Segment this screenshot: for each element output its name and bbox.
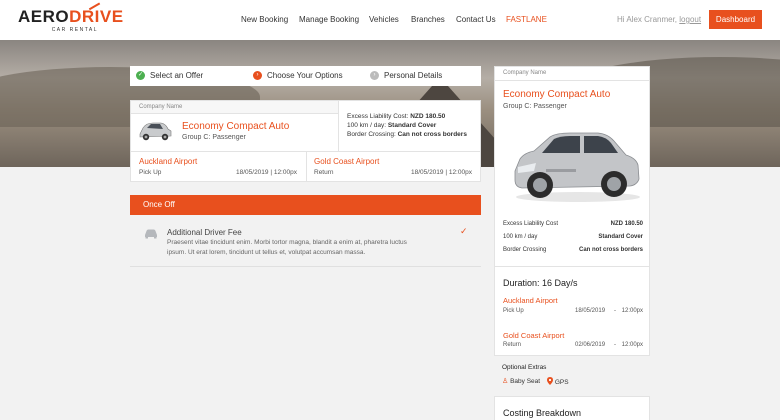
summary-company-label: Company Name: [495, 67, 649, 81]
step-choose-options[interactable]: › Choose Your Options: [253, 66, 343, 86]
summary-pickup-location: Auckland Airport: [503, 296, 558, 305]
logo-wordmark: AERODRIVE: [18, 7, 124, 26]
booking-summary-panel: Company Name Economy Compact Auto Group …: [494, 66, 650, 356]
car-icon: [145, 229, 157, 239]
summary-spec-km: 100 km / day Standard Cover: [503, 234, 643, 240]
return-label: Return: [314, 169, 334, 176]
location-pin-icon: [547, 377, 553, 385]
car-thumbnail-image: [139, 122, 172, 141]
chevron-right-icon: ›: [370, 71, 379, 80]
additional-driver-fee-row[interactable]: Additional Driver Fee Praesent vitae tin…: [130, 215, 481, 267]
user-greeting: Hi Alex Cranmer, logout: [617, 15, 702, 24]
summary-vehicle-title: Economy Compact Auto: [503, 89, 611, 100]
nav-manage-booking[interactable]: Manage Booking: [299, 15, 359, 24]
once-off-header: Once Off: [130, 195, 481, 215]
optional-extras-title: Optional Extras: [502, 364, 547, 371]
pickup-datetime: 18/05/2019 | 12:00px: [236, 169, 297, 176]
trip-duration: Duration: 16 Day/s: [503, 278, 578, 288]
nav-branches[interactable]: Branches: [411, 15, 445, 24]
fee-title: Additional Driver Fee: [167, 228, 242, 237]
summary-vehicle-group: Group C: Passenger: [503, 103, 567, 110]
nav-vehicles[interactable]: Vehicles: [369, 15, 399, 24]
summary-spec-border: Border Crossing Can not cross borders: [503, 247, 643, 253]
return-location: Gold Coast Airport: [314, 157, 380, 166]
baby-seat-icon: ♙: [502, 378, 509, 385]
dashboard-button[interactable]: Dashboard: [709, 10, 762, 29]
costing-breakdown-panel: Costing Breakdown: [494, 396, 650, 420]
summary-spec-excess: Excess Liability Cost NZD 180.50: [503, 221, 643, 227]
aerodrive-logo[interactable]: AERODRIVE CAR RENTAL: [18, 2, 123, 35]
costing-breakdown-title: Costing Breakdown: [503, 408, 582, 418]
nav-new-booking[interactable]: New Booking: [241, 15, 288, 24]
spec-border-crossing: Border Crossing: Can not cross borders: [347, 131, 467, 138]
nav-contact-us[interactable]: Contact Us: [456, 15, 496, 24]
vehicle-group: Group C: Passenger: [182, 134, 246, 141]
top-navigation-bar: AERODRIVE CAR RENTAL New Booking Manage …: [0, 0, 780, 40]
check-icon: ✓: [136, 71, 145, 80]
fee-description: Praesent vitae tincidunt enim. Morbi tor…: [167, 239, 407, 256]
summary-pickup-row: Pick Up 18/05/2019-12:00px: [503, 308, 643, 314]
car-image: [514, 132, 640, 202]
chevron-right-icon: ›: [253, 71, 262, 80]
booking-progress-steps: ✓ Select an Offer › Choose Your Options …: [130, 66, 481, 86]
vehicle-title: Economy Compact Auto: [182, 121, 290, 132]
step-personal-details[interactable]: › Personal Details: [370, 66, 442, 86]
logout-link[interactable]: logout: [679, 15, 701, 24]
return-datetime: 18/05/2019 | 12:00px: [411, 169, 472, 176]
summary-return-location: Gold Coast Airport: [503, 331, 565, 340]
logo-tagline: CAR RENTAL: [51, 27, 98, 33]
summary-return-row: Return 02/06/2019-12:00px: [503, 342, 643, 348]
spec-excess-liability: Excess Liability Cost: NZD 180.50: [347, 113, 446, 120]
checkmark-icon[interactable]: ✓: [460, 226, 468, 237]
company-name-label: Company Name: [131, 101, 338, 114]
pickup-location: Auckland Airport: [139, 157, 198, 166]
optional-gps: GPS: [547, 377, 569, 386]
step-select-offer[interactable]: ✓ Select an Offer: [136, 66, 203, 86]
pickup-label: Pick Up: [139, 169, 162, 176]
optional-baby-seat: ♙ Baby Seat: [502, 378, 541, 385]
spec-km-per-day: 100 km / day: Standard Cover: [347, 122, 437, 129]
nav-fastlane[interactable]: FASTLANE: [506, 15, 547, 24]
booking-vehicle-card: Company Name Economy Compact Auto Group …: [130, 100, 481, 182]
